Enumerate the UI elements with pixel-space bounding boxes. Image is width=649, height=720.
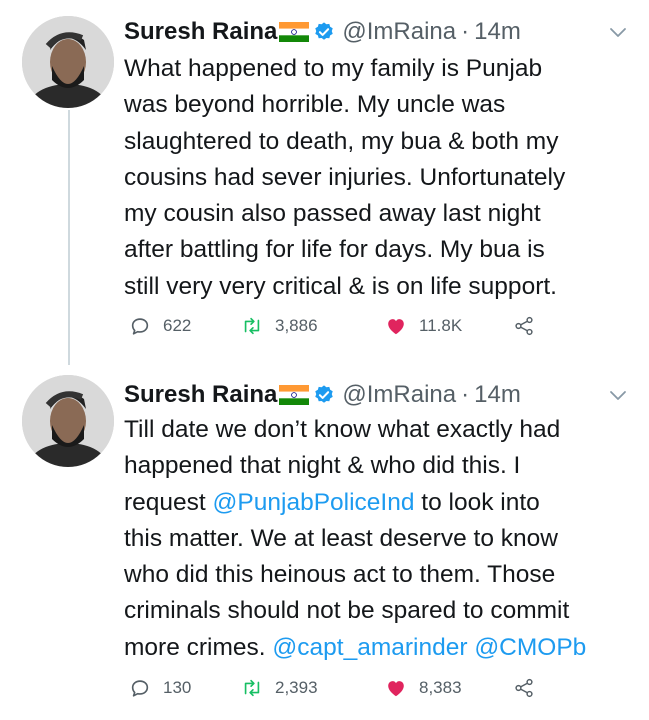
heart-icon [388, 681, 404, 697]
text-run: my cousin also passed away last night [124, 200, 541, 228]
reply-icon [131, 318, 149, 335]
tweet[interactable]: Suresh Raina @ImRaina · 14m Till date we… [0, 365, 649, 720]
reply-button[interactable]: 622 [129, 311, 191, 341]
tweet-text-line: still very very critical & is on life su… [124, 269, 634, 305]
mention-link[interactable]: @PunjabPoliceInd [213, 489, 415, 516]
text-run: to look into [414, 488, 540, 516]
chevron-down-icon[interactable] [607, 21, 629, 43]
text-run: more crimes. [124, 633, 273, 661]
tweet-text-line: this matter. We at least deserve to know [124, 521, 634, 557]
user-handle[interactable]: @ImRaina [342, 15, 456, 49]
tweet-text-line: criminals should not be spared to commit [124, 593, 634, 629]
tweet-text: What happened to my family is Punjab was … [124, 51, 634, 305]
verified-badge-icon [313, 21, 335, 43]
reply-count: 130 [163, 678, 192, 697]
retweet-button[interactable]: 2,393 [241, 673, 318, 703]
timestamp[interactable]: 14m [474, 15, 521, 49]
tweet-text-line: slaughtered to death, my bua & both my [124, 124, 634, 160]
share-button[interactable] [513, 673, 535, 703]
text-run: request [124, 488, 213, 516]
reply-count: 622 [163, 316, 192, 335]
like-count: 8,383 [419, 678, 462, 697]
tweet-text-line: What happened to my family is Punjab [124, 51, 634, 87]
tweet-text-line: happened that night & who did this. I [124, 448, 634, 484]
text-run: after battling for life for days. My bua… [124, 236, 545, 264]
share-icon [515, 316, 533, 336]
verified-badge-icon [313, 384, 335, 406]
text-run: What happened to my family is Punjab [124, 55, 543, 82]
tweet-header: Suresh Raina @ImRaina · 14m [124, 378, 629, 412]
retweet-icon [244, 679, 260, 697]
text-run: was beyond horrible. My uncle was [124, 91, 506, 119]
mention-link[interactable]: @capt_amarinder [272, 634, 467, 661]
share-button[interactable] [513, 311, 535, 341]
tweet[interactable]: Suresh Raina @ImRaina · 14m What happene… [0, 0, 649, 365]
avatar[interactable] [22, 375, 114, 467]
avatar[interactable] [22, 16, 114, 108]
like-button[interactable]: 8,383 [385, 673, 462, 703]
heart-icon [388, 319, 404, 335]
text-run: Till date we don’t know what exactly had [124, 416, 561, 443]
tweet-header: Suresh Raina @ImRaina · 14m [124, 15, 629, 49]
india-flag-icon [279, 22, 310, 42]
retweet-icon [244, 317, 260, 335]
tweet-text-line: after battling for life for days. My bua… [124, 232, 634, 268]
mention-link[interactable]: @CMOPb [474, 634, 586, 661]
tweet-text-line: cousins had sever injuries. Unfortunatel… [124, 160, 634, 196]
retweet-button[interactable]: 3,886 [241, 311, 318, 341]
retweet-count: 3,886 [275, 316, 318, 335]
timestamp[interactable]: 14m [474, 378, 521, 412]
separator-dot: · [461, 18, 470, 45]
text-run: happened that night & who did this. I [124, 452, 521, 480]
tweet-actions: 622 3,886 11.8K [129, 311, 629, 341]
tweet-text-line: my cousin also passed away last night [124, 196, 634, 232]
text-run: cousins had sever injuries. Unfortunatel… [124, 163, 566, 191]
display-name[interactable]: Suresh Raina [124, 15, 277, 49]
share-icon [515, 678, 533, 698]
tweet-text: Till date we don’t know what exactly had… [124, 412, 634, 666]
text-run: slaughtered to death, my bua & both my [124, 127, 559, 155]
chevron-down-icon[interactable] [607, 384, 629, 406]
reply-icon [131, 680, 149, 697]
like-button[interactable]: 11.8K [385, 311, 462, 341]
text-run: this matter. We at least deserve to know [124, 524, 558, 552]
reply-button[interactable]: 130 [129, 673, 191, 703]
text-run: still very very critical & is on life su… [124, 272, 557, 300]
india-flag-icon [279, 385, 310, 405]
tweet-actions: 130 2,393 8,383 [129, 673, 629, 703]
tweet-text-line: who did this heinous act to them. Those [124, 557, 634, 593]
text-run: who did this heinous act to them. Those [124, 561, 556, 589]
retweet-count: 2,393 [275, 678, 318, 697]
tweet-text-line: more crimes. @capt_amarinder @CMOPb [124, 630, 634, 666]
like-count: 11.8K [419, 316, 463, 335]
display-name[interactable]: Suresh Raina [124, 378, 277, 412]
separator-dot: · [461, 381, 470, 408]
tweet-text-line: was beyond horrible. My uncle was [124, 87, 634, 123]
text-run: criminals should not be spared to commit [124, 597, 570, 625]
tweet-text-line: request @PunjabPoliceInd to look into [124, 485, 634, 521]
user-handle[interactable]: @ImRaina [342, 378, 456, 412]
tweet-text-line: Till date we don’t know what exactly had [124, 412, 634, 448]
